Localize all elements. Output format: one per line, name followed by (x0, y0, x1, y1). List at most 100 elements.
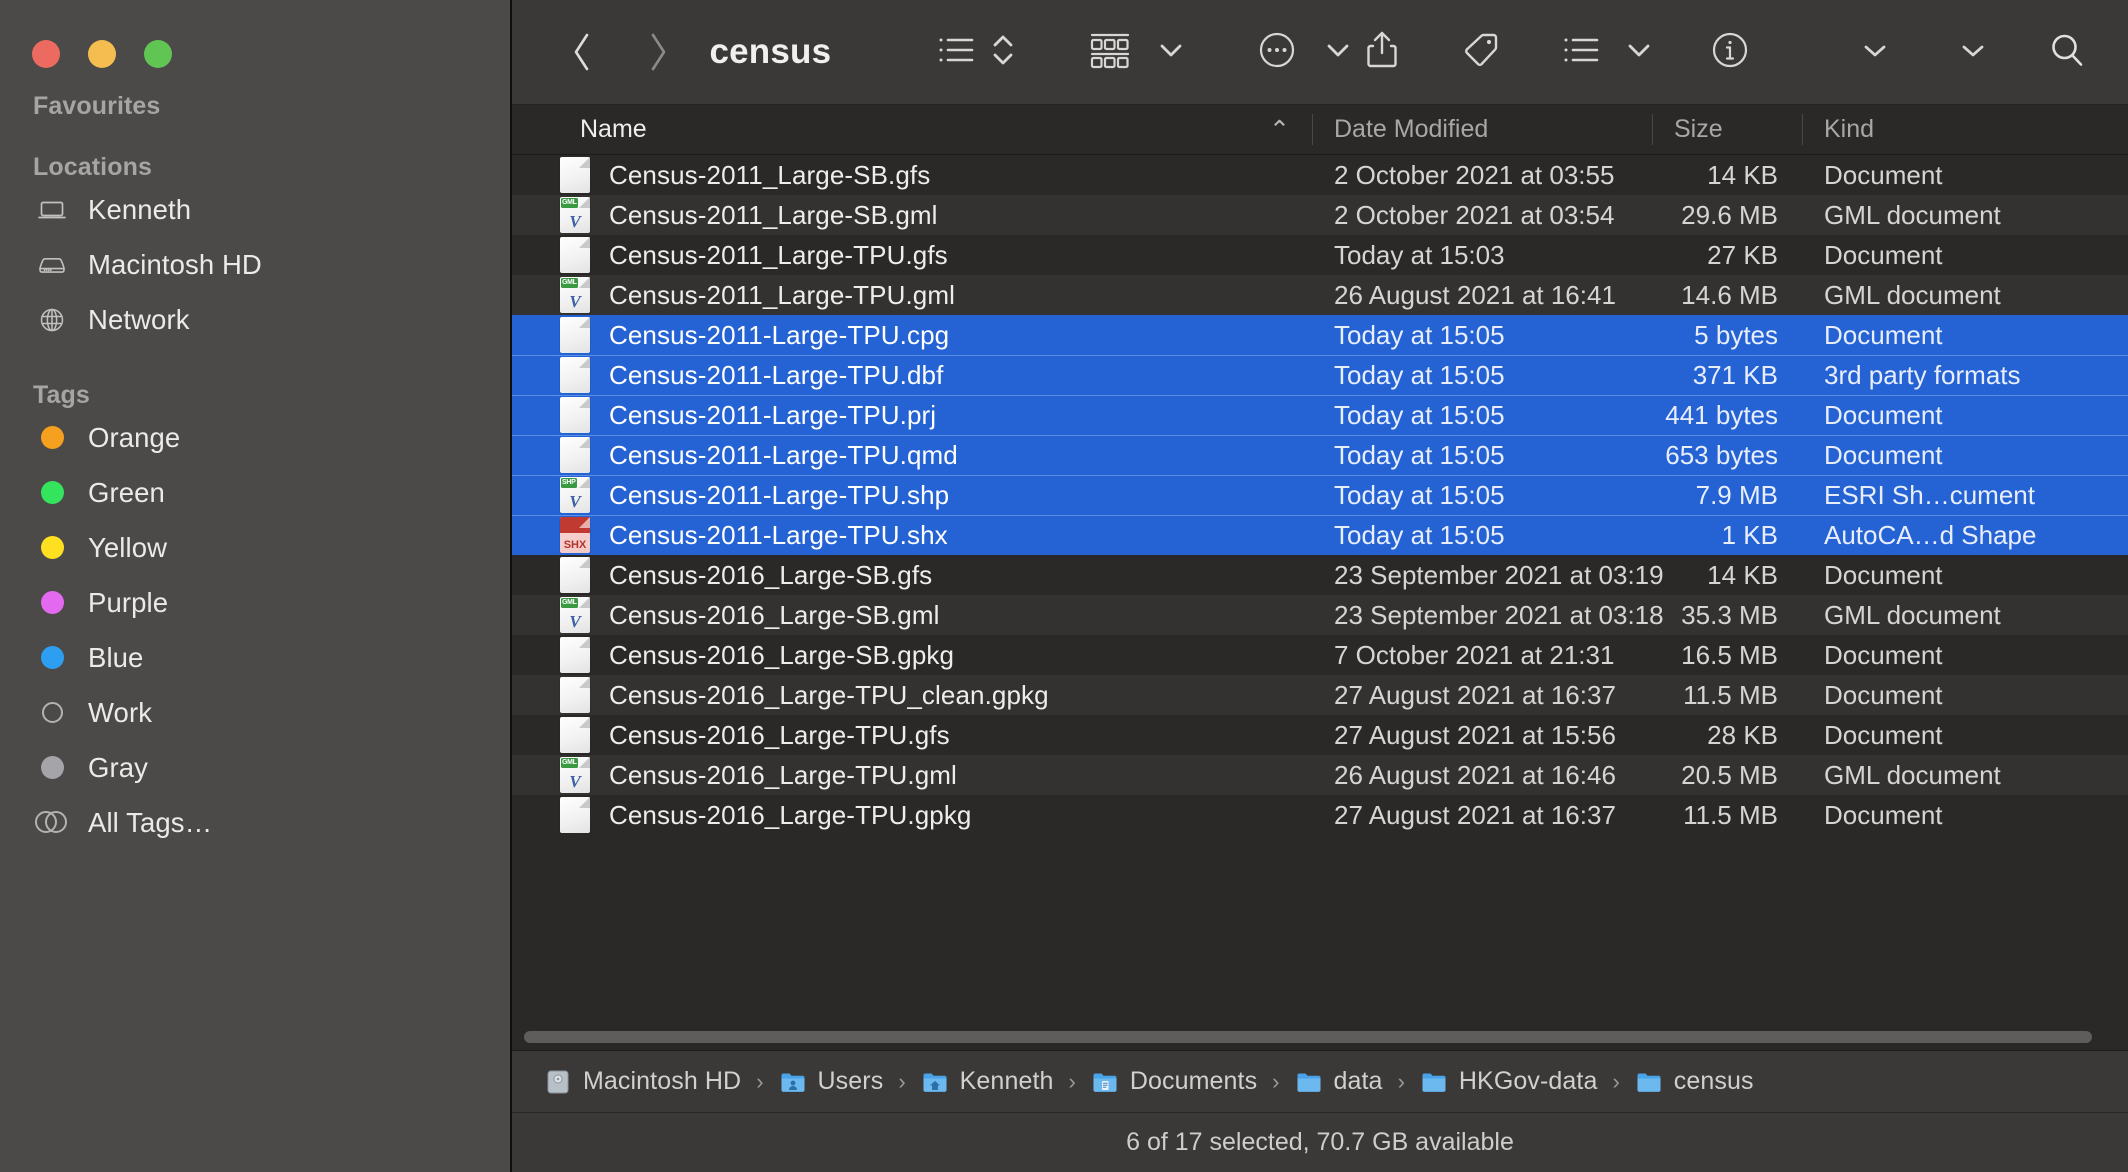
column-header-date-modified[interactable]: Date Modified (1312, 105, 1652, 154)
file-name-cell[interactable]: GML V Census-2011_Large-TPU.gml (512, 277, 1312, 313)
column-header-size[interactable]: Size (1652, 105, 1802, 154)
tag-dot-icon (35, 421, 69, 455)
more-actions-button[interactable] (1250, 22, 1304, 82)
breadcrumb-item-macintosh-hd[interactable]: Macintosh HD (540, 1067, 745, 1096)
table-row[interactable]: Census-2011-Large-TPU.cpg Today at 15:05 5… (512, 315, 2128, 355)
file-name-cell[interactable]: Census-2016_Large-TPU_clean.gpkg (512, 677, 1312, 713)
sidebar-item-tag-work[interactable]: Work (0, 685, 510, 740)
sidebar-item-tag-blue[interactable]: Blue (0, 630, 510, 685)
share-button[interactable] (1358, 22, 1406, 82)
toolbar: census (512, 0, 2128, 105)
breadcrumb: Macintosh HD › Users › Kenneth › Documents › dat… (512, 1050, 2128, 1112)
document-file-icon (560, 237, 590, 273)
minimize-button[interactable] (88, 40, 116, 68)
breadcrumb-item-users[interactable]: Users (775, 1067, 888, 1096)
document-file-icon (560, 717, 590, 753)
table-row[interactable]: Census-2011-Large-TPU.dbf Today at 15:05 3… (512, 355, 2128, 395)
group-view-button[interactable] (1083, 22, 1137, 82)
file-name-cell[interactable]: Census-2011-Large-TPU.dbf (512, 357, 1312, 393)
file-name-cell[interactable]: Census-2016_Large-TPU.gfs (512, 717, 1312, 753)
file-name-cell[interactable]: Census-2011_Large-TPU.gfs (512, 237, 1312, 273)
tags-button[interactable] (1454, 22, 1508, 82)
table-row[interactable]: SHX Census-2011-Large-TPU.shx Today at 15:… (512, 515, 2128, 555)
file-date-cell: Today at 15:05 (1334, 519, 1505, 550)
breadcrumb-item-census[interactable]: census (1631, 1067, 1758, 1096)
forward-button[interactable] (630, 23, 686, 81)
file-name-cell[interactable]: Census-2011-Large-TPU.qmd (512, 437, 1312, 473)
file-name-cell[interactable]: SHP V Census-2011-Large-TPU.shp (512, 477, 1312, 513)
close-button[interactable] (32, 40, 60, 68)
home-folder-icon (921, 1068, 949, 1096)
more-options-button[interactable] (1318, 22, 1358, 82)
file-name-cell[interactable]: Census-2016_Large-SB.gfs (512, 557, 1312, 593)
file-size-cell: 16.5 MB (1681, 639, 1778, 670)
sidebar-item-label: Gray (88, 751, 148, 783)
zoom-button[interactable] (144, 40, 172, 68)
breadcrumb-item-data[interactable]: data (1291, 1067, 1387, 1096)
file-name-cell[interactable]: Census-2016_Large-TPU.gpkg (512, 797, 1312, 833)
table-row[interactable]: GML V Census-2016_Large-TPU.gml 26 August 2… (512, 755, 2128, 795)
breadcrumb-separator: › (1397, 1068, 1405, 1094)
sidebar-item-all-tags[interactable]: All Tags… (0, 795, 510, 850)
sidebar-item-network[interactable]: Network (0, 292, 510, 347)
file-name-cell[interactable]: Census-2011-Large-TPU.cpg (512, 317, 1312, 353)
search-button[interactable] (2040, 22, 2094, 82)
scrollbar-track[interactable] (524, 1031, 2116, 1043)
table-row[interactable]: Census-2011-Large-TPU.qmd Today at 15:05 6… (512, 435, 2128, 475)
action-options-button[interactable] (1620, 22, 1658, 82)
column-header-kind[interactable]: Kind (1802, 105, 2128, 154)
table-row[interactable]: SHP V Census-2011-Large-TPU.shp Today at 15… (512, 475, 2128, 515)
sidebar-item-tag-gray[interactable]: Gray (0, 740, 510, 795)
file-size-cell: 1 KB (1721, 519, 1778, 550)
list-view-icon (937, 33, 977, 72)
table-row[interactable]: GML V Census-2016_Large-SB.gml 23 September… (512, 595, 2128, 635)
table-row[interactable]: Census-2011-Large-TPU.prj Today at 15:05 4… (512, 395, 2128, 435)
table-row[interactable]: Census-2016_Large-TPU_clean.gpkg 27 Augus… (512, 675, 2128, 715)
action-button[interactable] (1556, 22, 1608, 82)
file-list[interactable]: Census-2011_Large-SB.gfs 2 October 2021 a… (512, 155, 2128, 1024)
toolbar-overflow-2-button[interactable] (1954, 22, 1992, 82)
sidebar-item-macintosh-hd[interactable]: Macintosh HD (0, 237, 510, 292)
tag-dot-icon (35, 586, 69, 620)
breadcrumb-item-documents[interactable]: Documents (1087, 1067, 1261, 1096)
file-name-cell[interactable]: GML V Census-2016_Large-TPU.gml (512, 757, 1312, 793)
sidebar-item-kenneth[interactable]: Kenneth (0, 182, 510, 237)
sort-order-button[interactable] (983, 22, 1023, 82)
file-name-cell[interactable]: Census-2011_Large-SB.gfs (512, 157, 1312, 193)
table-row[interactable]: Census-2016_Large-TPU.gpkg 27 August 2021… (512, 795, 2128, 835)
group-options-button[interactable] (1151, 22, 1191, 82)
laptop-icon (35, 193, 69, 227)
table-row[interactable]: Census-2011_Large-TPU.gfs Today at 15:03 2… (512, 235, 2128, 275)
breadcrumb-item-hkgov-data[interactable]: HKGov-data (1416, 1067, 1602, 1096)
table-row[interactable]: GML V Census-2011_Large-SB.gml 2 October 20… (512, 195, 2128, 235)
back-button[interactable] (554, 23, 610, 81)
sidebar-item-label: Yellow (88, 531, 168, 563)
table-row[interactable]: Census-2016_Large-SB.gpkg 7 October 2021 … (512, 635, 2128, 675)
file-name-cell[interactable]: SHX Census-2011-Large-TPU.shx (512, 517, 1312, 553)
file-size-cell: 20.5 MB (1681, 759, 1778, 790)
file-kind-cell: 3rd party formats (1824, 359, 2021, 390)
sidebar-item-tag-orange[interactable]: Orange (0, 410, 510, 465)
file-kind-cell: Document (1824, 559, 1943, 590)
file-date-cell: Today at 15:05 (1334, 479, 1505, 510)
file-kind-cell: GML document (1824, 599, 2001, 630)
file-name-cell[interactable]: GML V Census-2011_Large-SB.gml (512, 197, 1312, 233)
scrollbar-thumb[interactable] (524, 1031, 2093, 1043)
sidebar-item-tag-purple[interactable]: Purple (0, 575, 510, 630)
table-row[interactable]: Census-2016_Large-SB.gfs 23 September 202… (512, 555, 2128, 595)
tag-dot-hollow-icon (35, 696, 69, 730)
horizontal-scrollbar[interactable] (512, 1024, 2128, 1050)
file-name-cell[interactable]: Census-2011-Large-TPU.prj (512, 397, 1312, 433)
column-header-name[interactable]: Name ⌃ (512, 105, 1312, 154)
list-view-button[interactable] (931, 22, 983, 82)
file-name-cell[interactable]: GML V Census-2016_Large-SB.gml (512, 597, 1312, 633)
table-row[interactable]: Census-2016_Large-TPU.gfs 27 August 2021 … (512, 715, 2128, 755)
toolbar-overflow-1-button[interactable] (1856, 22, 1894, 82)
info-button[interactable] (1703, 22, 1757, 82)
sidebar-item-tag-yellow[interactable]: Yellow (0, 520, 510, 575)
sidebar-item-tag-green[interactable]: Green (0, 465, 510, 520)
file-name-cell[interactable]: Census-2016_Large-SB.gpkg (512, 637, 1312, 673)
table-row[interactable]: Census-2011_Large-SB.gfs 2 October 2021 a… (512, 155, 2128, 195)
table-row[interactable]: GML V Census-2011_Large-TPU.gml 26 August 2… (512, 275, 2128, 315)
breadcrumb-item-kenneth[interactable]: Kenneth (917, 1067, 1058, 1096)
